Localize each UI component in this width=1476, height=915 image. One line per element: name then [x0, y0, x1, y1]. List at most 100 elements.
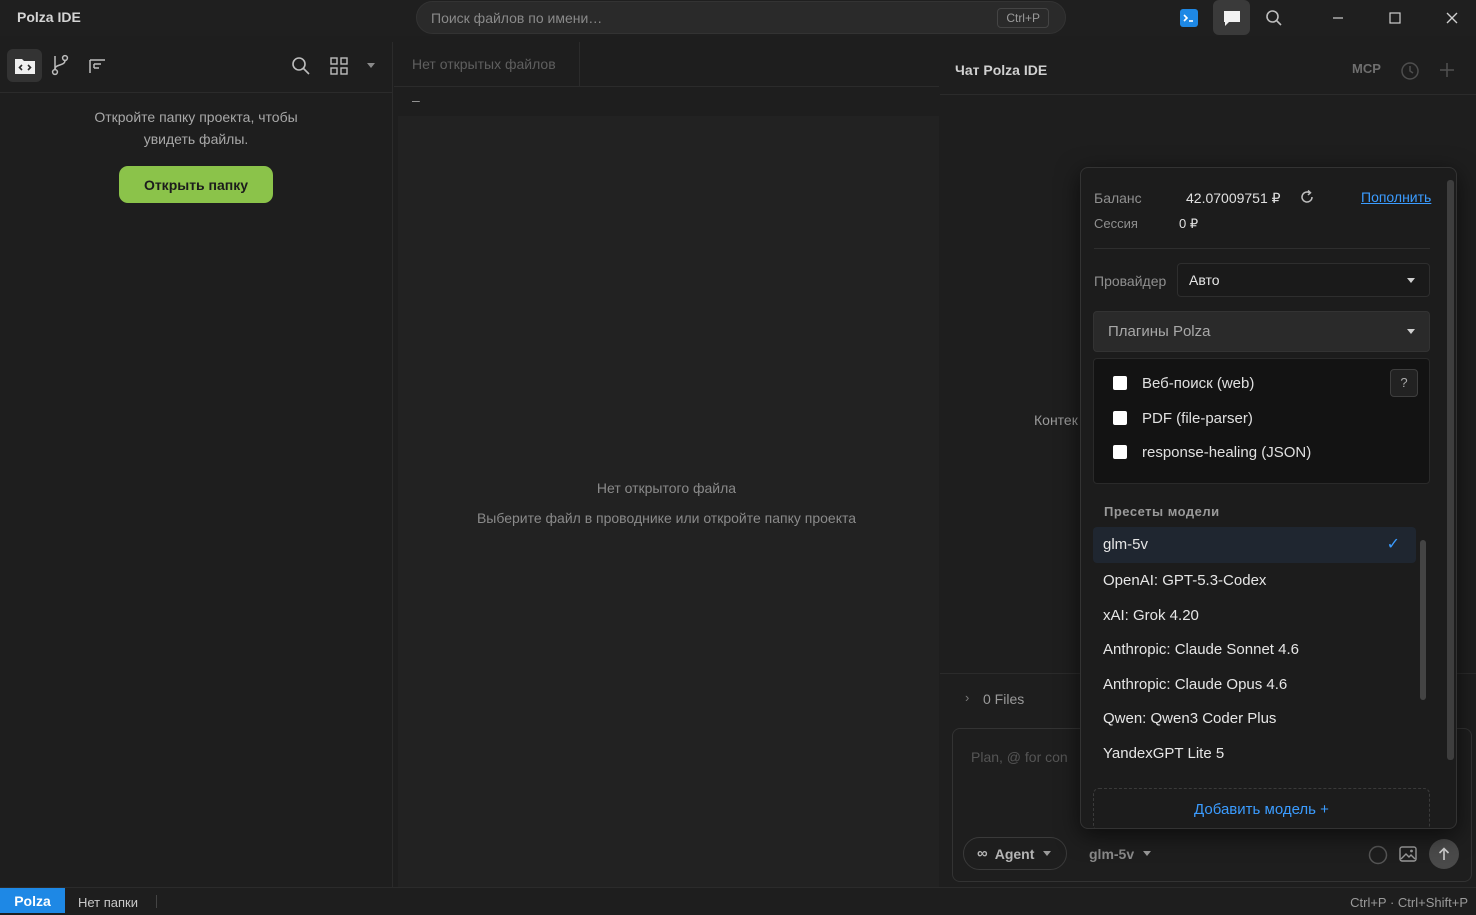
plugins-help-button[interactable]: ?: [1390, 369, 1418, 397]
plugin-option[interactable]: Веб-поиск (web): [1113, 373, 1254, 393]
composer-placeholder[interactable]: Plan, @ for con: [971, 749, 1068, 765]
sidebar-toolbar: [0, 42, 393, 93]
chat-bubble-icon: [1223, 10, 1240, 26]
preset-label: glm-5v: [1103, 536, 1149, 553]
plus-icon: [1440, 63, 1454, 77]
preset-label: OpenAI: GPT-5.3-Codex: [1103, 572, 1267, 589]
plugin-checkbox[interactable]: [1113, 411, 1127, 425]
popup-scrollbar[interactable]: [1447, 180, 1454, 760]
source-control-tab[interactable]: [49, 54, 71, 76]
mcp-button[interactable]: MCP: [1352, 61, 1381, 76]
explorer-sidebar: Откройте папку проекта, чтобы увидеть фа…: [0, 42, 393, 887]
preset-item[interactable]: YandexGPT Lite 5: [1093, 736, 1416, 772]
top-up-link[interactable]: Пополнить: [1361, 189, 1431, 205]
model-settings-popup: Баланс 42.07009751 ₽ Пополнить Сессия 0 …: [1080, 167, 1457, 829]
minimize-icon: [1333, 17, 1343, 19]
image-icon: [1399, 846, 1417, 862]
caret-down-icon: [1143, 851, 1152, 856]
global-search-button[interactable]: [1261, 0, 1287, 36]
plugin-checkbox[interactable]: [1113, 376, 1127, 390]
terminal-button[interactable]: [1176, 0, 1202, 36]
divider: [1094, 248, 1430, 249]
close-icon: [1446, 12, 1458, 24]
presets-scrollbar[interactable]: [1420, 540, 1426, 700]
refresh-balance-button[interactable]: [1299, 189, 1315, 205]
agent-mode-button[interactable]: ∞ Agent: [963, 837, 1067, 870]
model-presets-list: glm-5v ✓ OpenAI: GPT-5.3-Codex xAI: Grok…: [1093, 527, 1418, 767]
editor-tab-bar: Нет открытых файлов: [394, 42, 939, 87]
plugin-label: Веб-поиск (web): [1142, 374, 1255, 392]
preset-item[interactable]: OpenAI: GPT-5.3-Codex: [1093, 563, 1416, 599]
breadcrumb: –: [412, 92, 420, 108]
preset-item[interactable]: xAI: Grok 4.20: [1093, 598, 1416, 634]
session-value: 0 ₽: [1179, 216, 1199, 231]
plugin-checkbox[interactable]: [1113, 445, 1127, 459]
terminal-icon: [1180, 9, 1198, 27]
status-brand[interactable]: Polza: [0, 888, 65, 913]
model-selector-button[interactable]: glm-5v: [1089, 837, 1152, 870]
refresh-icon: [1301, 189, 1313, 203]
add-model-button[interactable]: Добавить модель +: [1093, 788, 1430, 828]
preset-item[interactable]: Anthropic: Claude Opus 4.6: [1093, 667, 1416, 703]
balance-value: 42.07009751 ₽: [1186, 190, 1281, 206]
explorer-empty-message: Откройте папку проекта, чтобы увидеть фа…: [94, 109, 298, 147]
preset-item[interactable]: glm-5v ✓: [1093, 527, 1416, 563]
no-file-hint: Выберите файл в проводнике или откройте …: [476, 510, 857, 526]
close-button[interactable]: [1434, 0, 1470, 36]
preset-label: Anthropic: Claude Sonnet 4.6: [1103, 641, 1299, 658]
explorer-tab[interactable]: [7, 49, 42, 82]
history-button[interactable]: [1400, 61, 1420, 81]
caret-down-icon: [367, 62, 375, 68]
search-icon: [1266, 10, 1282, 26]
preset-item[interactable]: Anthropic: Claude Sonnet 4.6: [1093, 632, 1416, 668]
minimize-button[interactable]: [1320, 0, 1356, 36]
attach-image-button[interactable]: [1399, 846, 1417, 862]
status-shortcuts: Ctrl+P · Ctrl+Shift+P: [1350, 895, 1468, 910]
search-shortcut-hint: Ctrl+P: [997, 8, 1049, 28]
divider: [156, 895, 157, 908]
plugins-select-label: Плагины Polza: [1108, 323, 1211, 340]
plugin-option[interactable]: response-healing (JSON): [1113, 442, 1311, 462]
preset-label: Qwen: Qwen3 Coder Plus: [1103, 710, 1277, 727]
view-layout-button[interactable]: [328, 55, 350, 77]
status-folder[interactable]: Нет папки: [78, 895, 138, 910]
outline-icon: [89, 59, 105, 73]
git-branch-icon: [51, 54, 69, 76]
explorer-search-button[interactable]: [290, 55, 312, 77]
caret-down-icon: [1043, 851, 1052, 856]
context-usage-indicator: [1368, 845, 1388, 865]
plugin-option[interactable]: PDF (file-parser): [1113, 408, 1253, 428]
presets-title: Пресеты модели: [1104, 504, 1220, 519]
chat-title: Чат Polza IDE: [955, 62, 1048, 78]
chat-header: Чат Polza IDE MCP: [940, 42, 1476, 95]
title-bar: Polza IDE Ctrl+P: [0, 0, 1476, 36]
new-chat-button[interactable]: [1439, 62, 1455, 78]
view-layout-dropdown[interactable]: [364, 60, 378, 70]
open-folder-button[interactable]: Открыть папку: [119, 166, 273, 203]
preset-label: xAI: Grok 4.20: [1103, 607, 1199, 624]
plugins-list: Веб-поиск (web) PDF (file-parser) respon…: [1093, 358, 1430, 484]
arrow-up-icon: [1438, 847, 1450, 860]
plugins-select[interactable]: Плагины Polza: [1093, 311, 1430, 352]
preset-item[interactable]: Qwen: Qwen3 Coder Plus: [1093, 701, 1416, 737]
clock-icon: [1401, 62, 1419, 80]
outline-tab[interactable]: [86, 55, 108, 77]
editor-body: [398, 116, 939, 887]
app-title: Polza IDE: [17, 9, 81, 25]
model-selector-label: glm-5v: [1089, 845, 1135, 862]
caret-down-icon: [1407, 278, 1415, 283]
search-icon: [292, 57, 310, 75]
balance-label: Баланс: [1094, 190, 1142, 206]
file-search-input[interactable]: [431, 2, 991, 33]
no-file-title: Нет открытого файла: [596, 480, 737, 496]
editor-area: Нет открытых файлов – Нет открытого файл…: [394, 42, 939, 887]
maximize-button[interactable]: [1377, 0, 1413, 36]
send-button[interactable]: [1429, 839, 1459, 869]
file-search-box[interactable]: Ctrl+P: [416, 1, 1066, 34]
provider-select[interactable]: Авто: [1177, 263, 1430, 297]
chat-toggle-button[interactable]: [1213, 0, 1250, 35]
agent-mode-label: Agent: [994, 845, 1035, 862]
folder-code-icon: [14, 58, 35, 74]
context-label: Контек: [1034, 412, 1078, 428]
chevron-right-icon: ›: [965, 690, 970, 705]
